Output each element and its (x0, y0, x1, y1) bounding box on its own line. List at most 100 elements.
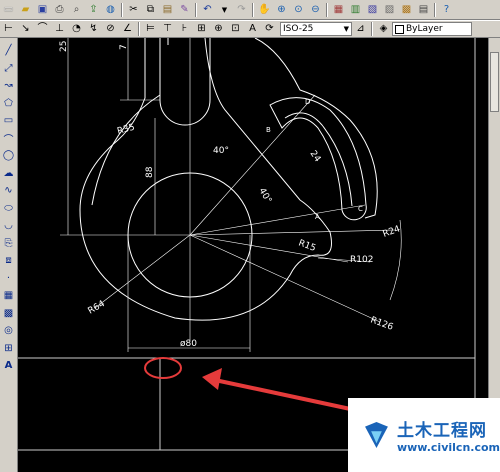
jogged-dimension-icon[interactable]: ↯ (86, 21, 102, 37)
aligned-dimension-icon[interactable]: ↘ (18, 21, 34, 37)
print-preview-icon[interactable]: ⌕ (69, 2, 85, 18)
save-icon[interactable]: ▣ (35, 2, 51, 18)
ellipse-arc-icon[interactable]: ◡ (2, 217, 16, 235)
dimension-toolbar: ⊢ ↘ ⌒ ⊥ ◔ ↯ ⊘ ∠ ⊨ ⊤ ⊦ ⊞ ⊕ ⊡ A ⟳ ISO-25 ▼… (0, 20, 500, 38)
paste-icon[interactable]: ▤ (160, 2, 176, 18)
chevron-down-icon: ▼ (343, 25, 349, 33)
insert-block-icon[interactable]: ⎘ (2, 235, 16, 253)
toolbar-separator (195, 2, 197, 17)
print-icon[interactable]: ⎙ (52, 2, 68, 18)
point-c-label: C (358, 205, 363, 213)
linear-dimension-icon[interactable]: ⊢ (1, 21, 17, 37)
point-d-label: D (305, 98, 310, 106)
circle-icon[interactable]: ◯ (2, 147, 16, 165)
layer-properties-icon[interactable]: ◈ (376, 21, 392, 37)
ellipse-icon[interactable]: ⬭ (2, 200, 16, 218)
standard-toolbar: ▭ ▰ ▣ ⎙ ⌕ ⇪ ◍ ✂ ⧉ ▤ ✎ ↶ ▼ ↷ ✋ ⊕ ⊙ ⊖ ▦ ▥ … (0, 0, 500, 20)
toolbar-separator (121, 2, 123, 17)
dimension-text-edit-icon[interactable]: A (245, 21, 261, 37)
continue-dimension-icon[interactable]: ⊦ (177, 21, 193, 37)
ray-40a (189, 94, 316, 236)
dropdown-arrow-icon[interactable]: ▼ (217, 2, 233, 18)
dim-phi80-label: ø80 (180, 339, 197, 349)
pan-icon[interactable]: ✋ (257, 2, 273, 18)
open-file-icon[interactable]: ▰ (18, 2, 34, 18)
ray-r102 (189, 234, 349, 263)
hook-top-curve (254, 38, 378, 219)
quick-dimension-icon[interactable]: ⊨ (143, 21, 159, 37)
properties-icon[interactable]: ▦ (331, 2, 347, 18)
cut-icon[interactable]: ✂ (126, 2, 142, 18)
ordinate-dimension-icon[interactable]: ⊥ (52, 21, 68, 37)
point-icon[interactable]: · (2, 270, 16, 288)
zoom-realtime-icon[interactable]: ⊕ (274, 2, 290, 18)
dim-r64-label: R64 (87, 299, 108, 317)
ray-40b (189, 204, 366, 236)
copy-icon[interactable]: ⧉ (143, 2, 159, 18)
baseline-dimension-icon[interactable]: ⊤ (160, 21, 176, 37)
polyline-icon[interactable]: ↝ (2, 77, 16, 95)
dim-r35-label: R35 (116, 123, 136, 137)
hatch-icon[interactable]: ▦ (2, 287, 16, 305)
toolbar-separator (371, 22, 373, 36)
dimension-update-icon[interactable]: ⟳ (262, 21, 278, 37)
calculator-icon[interactable]: ▤ (416, 2, 432, 18)
undo-icon[interactable]: ↶ (200, 2, 216, 18)
new-file-icon[interactable]: ▭ (1, 2, 17, 18)
arc-length-icon[interactable]: ⌒ (35, 21, 51, 37)
arrow-annotation (202, 368, 356, 412)
spline-icon[interactable]: ∿ (2, 182, 16, 200)
diameter-dimension-icon[interactable]: ⊘ (103, 21, 119, 37)
toolbar-separator (434, 2, 436, 17)
ray-r126 (189, 234, 381, 323)
arc-icon[interactable]: ⌒ (2, 130, 16, 148)
color-swatch-icon (395, 24, 404, 34)
dimension-edit-icon[interactable]: ⊡ (228, 21, 244, 37)
markup-icon[interactable]: ▩ (399, 2, 415, 18)
logo-url: www.civilcn.com (396, 441, 500, 454)
dim-25-label: 25 (59, 41, 69, 52)
zoom-previous-icon[interactable]: ⊖ (308, 2, 324, 18)
point-b-label: B (266, 126, 271, 134)
make-block-icon[interactable]: ⧈ (2, 252, 16, 270)
dim-40a-label: 40° (213, 146, 229, 156)
dim-40b-label: 40° (256, 187, 273, 206)
table-icon[interactable]: ⊞ (2, 340, 16, 358)
layer-select[interactable]: ByLayer (392, 22, 472, 36)
rectangle-icon[interactable]: ▭ (2, 112, 16, 130)
ray-r64 (94, 234, 191, 309)
scrollbar-thumb[interactable] (490, 52, 499, 112)
angular-dimension-icon[interactable]: ∠ (120, 21, 136, 37)
dim-r126-label: R126 (369, 315, 395, 333)
dimension-style-select[interactable]: ISO-25 ▼ (280, 22, 352, 36)
tolerance-icon[interactable]: ⊞ (194, 21, 210, 37)
construction-line-icon[interactable]: ⤢ (2, 60, 16, 78)
dim-r24-label: R24 (382, 224, 402, 240)
toolbar-separator (252, 2, 254, 17)
dimension-style-manager-icon[interactable]: ⊿ (353, 21, 369, 37)
logo-mark-icon (365, 422, 388, 448)
ray-r24 (189, 229, 396, 236)
radius-dimension-icon[interactable]: ◔ (69, 21, 85, 37)
gradient-icon[interactable]: ▩ (2, 305, 16, 323)
multiline-text-icon[interactable]: A (2, 357, 16, 375)
zoom-window-icon[interactable]: ⊙ (291, 2, 307, 18)
sheet-set-icon[interactable]: ▨ (382, 2, 398, 18)
globe-icon[interactable]: ◍ (103, 2, 119, 18)
redo-icon[interactable]: ↷ (234, 2, 250, 18)
center-mark-icon[interactable]: ⊕ (211, 21, 227, 37)
logo-name: 土木工程网 (396, 421, 487, 441)
region-icon[interactable]: ◎ (2, 322, 16, 340)
publish-icon[interactable]: ⇪ (86, 2, 102, 18)
polygon-icon[interactable]: ⬠ (2, 95, 16, 113)
help-icon[interactable]: ? (439, 2, 455, 18)
match-properties-icon[interactable]: ✎ (177, 2, 193, 18)
dim-7-label: 7 (119, 44, 129, 50)
tool-palettes-icon[interactable]: ▧ (365, 2, 381, 18)
revision-cloud-icon[interactable]: ☁ (2, 165, 16, 183)
design-center-icon[interactable]: ▥ (348, 2, 364, 18)
line-icon[interactable]: ╱ (2, 42, 16, 60)
layer-value: ByLayer (406, 24, 443, 34)
draw-toolbar: ╱ ⤢ ↝ ⬠ ▭ ⌒ ◯ ☁ ∿ ⬭ ◡ ⎘ ⧈ · ▦ ▩ ◎ ⊞ A (0, 38, 18, 472)
toolbar-separator (326, 2, 328, 17)
